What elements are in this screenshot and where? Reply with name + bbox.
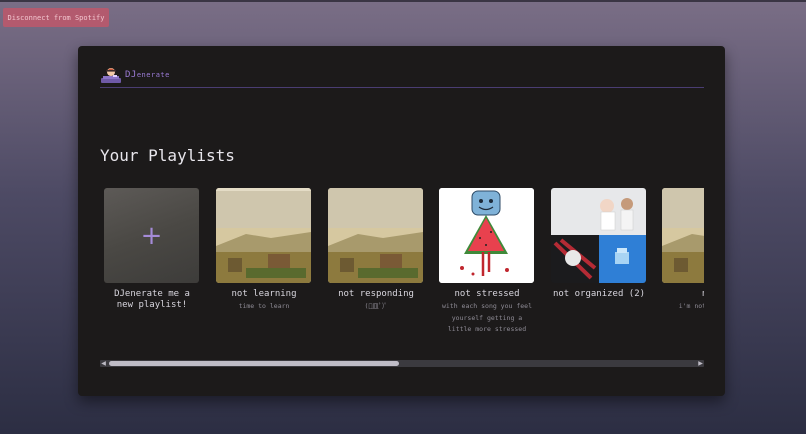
scroll-left-arrow-icon[interactable]: ◀ [100,360,107,367]
disconnect-spotify-button[interactable]: Disconnect from Spotify [3,8,109,27]
playlist-title: not learning [231,289,297,299]
playlist-cover-watermelon [439,188,534,283]
brand-title: DJenerate [125,70,170,80]
playlist-cover-landscape [662,188,704,283]
playlist-title: not responding [338,289,414,299]
playlist-title: DJenerate me a new playlist! [114,289,190,310]
playlist-card[interactable]: not learning time to learn [216,188,312,313]
playlist-title: not stressed [454,289,520,299]
dj-logo-icon [101,68,121,83]
playlist-card[interactable]: not responding (ﾟ皿ﾟ)ﾟ [328,188,424,313]
top-border [0,0,806,2]
new-playlist-thumbnail[interactable]: + [104,188,199,283]
brand[interactable]: DJenerate [100,66,170,84]
main-panel: DJenerate Your Playlists + DJenerate me … [78,46,725,396]
scroll-right-arrow-icon[interactable]: ▶ [697,360,704,367]
playlist-carousel: + DJenerate me a new playlist! not learn… [100,188,704,348]
playlist-cover-landscape [216,188,311,283]
plus-icon: + [140,220,163,251]
playlist-card[interactable]: not organized (2) [551,188,647,301]
playlist-description: i'm not cr... cr [678,302,704,310]
scrollbar-thumb[interactable] [109,361,399,366]
new-playlist-card[interactable]: + DJenerate me a new playlist! [104,188,200,311]
playlist-description: with each song you feel yourself getting… [441,302,532,333]
playlist-description: time to learn [238,302,290,310]
playlist-title: not organized (2) [552,289,646,299]
header-divider [100,87,704,88]
playlist-title: not [662,289,704,300]
page-title: Your Playlists [100,146,235,165]
horizontal-scrollbar[interactable]: ◀ ▶ [100,360,704,367]
playlist-cover-landscape [328,188,423,283]
playlist-description: (ﾟ皿ﾟ)ﾟ [364,302,388,310]
playlist-cover-mosaic [551,188,646,283]
playlist-card[interactable]: not stressed with each song you feel you… [439,188,535,336]
playlist-card[interactable]: not i'm not cr... cr [662,188,704,313]
